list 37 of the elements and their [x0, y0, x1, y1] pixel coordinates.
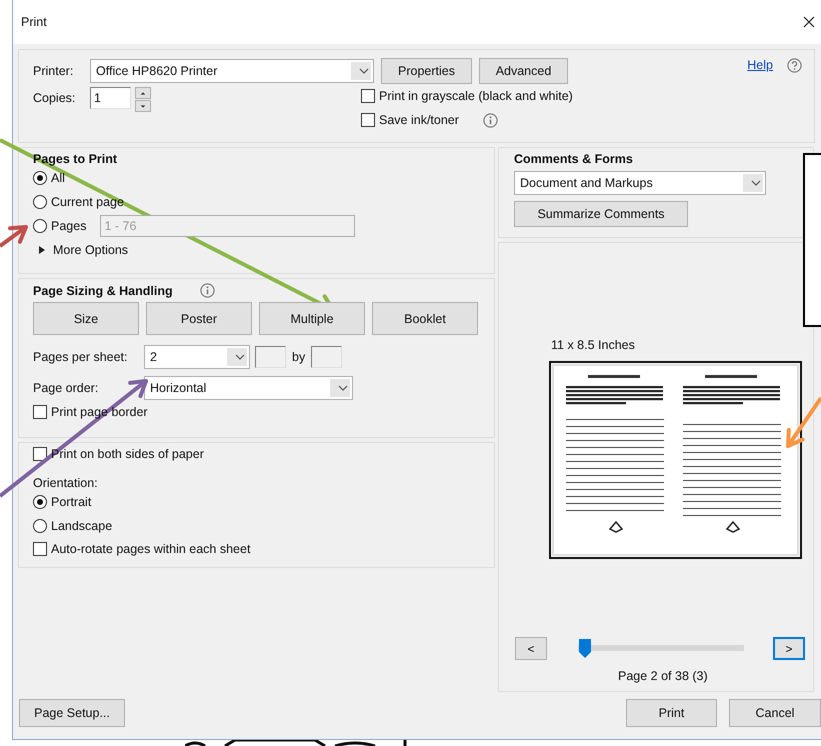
- radio-label: Pages: [51, 219, 86, 233]
- radio-label: All: [51, 171, 65, 185]
- printer-dropdown[interactable]: Office HP8620 Printer: [90, 59, 374, 83]
- field-label: Printer:: [33, 64, 74, 78]
- checkbox-label: Auto-rotate pages within each sheet: [51, 542, 250, 556]
- comments-dropdown[interactable]: Document and Markups: [514, 171, 766, 195]
- properties-button[interactable]: Properties: [381, 58, 472, 84]
- window-title: Print: [21, 15, 47, 29]
- more-options-toggle[interactable]: More Options: [39, 238, 480, 262]
- cancel-button[interactable]: Cancel: [729, 699, 821, 727]
- field-label: Pages per sheet:: [33, 350, 129, 364]
- field-label: Orientation:: [33, 476, 99, 490]
- radio-label: Portrait: [51, 495, 92, 509]
- page-order-dropdown[interactable]: Horizontal: [144, 376, 353, 400]
- mode-button[interactable]: Multiple: [259, 302, 365, 335]
- previous-page-button[interactable]: <: [515, 637, 547, 660]
- mode-button[interactable]: Booklet: [372, 302, 478, 335]
- mode-button[interactable]: Size: [33, 302, 139, 335]
- print-button[interactable]: Print: [626, 699, 717, 727]
- checkbox-label: Save ink/toner: [379, 113, 459, 127]
- help-link[interactable]: Help: [747, 58, 773, 72]
- advanced-button[interactable]: Advanced: [479, 58, 568, 84]
- section-heading: Page Sizing & Handling: [33, 284, 173, 298]
- page-count-label: Page 2 of 38 (3): [618, 669, 709, 683]
- checkbox-label: Print in grayscale (black and white): [379, 89, 573, 103]
- paper-size-label: 11 x 8.5 Inches: [551, 338, 636, 352]
- radio-label: Landscape: [51, 519, 112, 533]
- field-label: Page order:: [33, 381, 100, 395]
- page-setup-button[interactable]: Page Setup...: [19, 699, 125, 727]
- copies-field[interactable]: 1: [90, 87, 131, 109]
- pages-per-sheet-dropdown[interactable]: 2: [144, 345, 250, 369]
- section-heading: Comments & Forms: [514, 152, 634, 166]
- field-label: by: [292, 350, 306, 364]
- summarize-comments-button[interactable]: Summarize Comments: [514, 201, 688, 227]
- mode-button[interactable]: Poster: [146, 302, 252, 335]
- next-page-button[interactable]: >: [773, 637, 805, 660]
- field-label: Copies:: [33, 91, 76, 105]
